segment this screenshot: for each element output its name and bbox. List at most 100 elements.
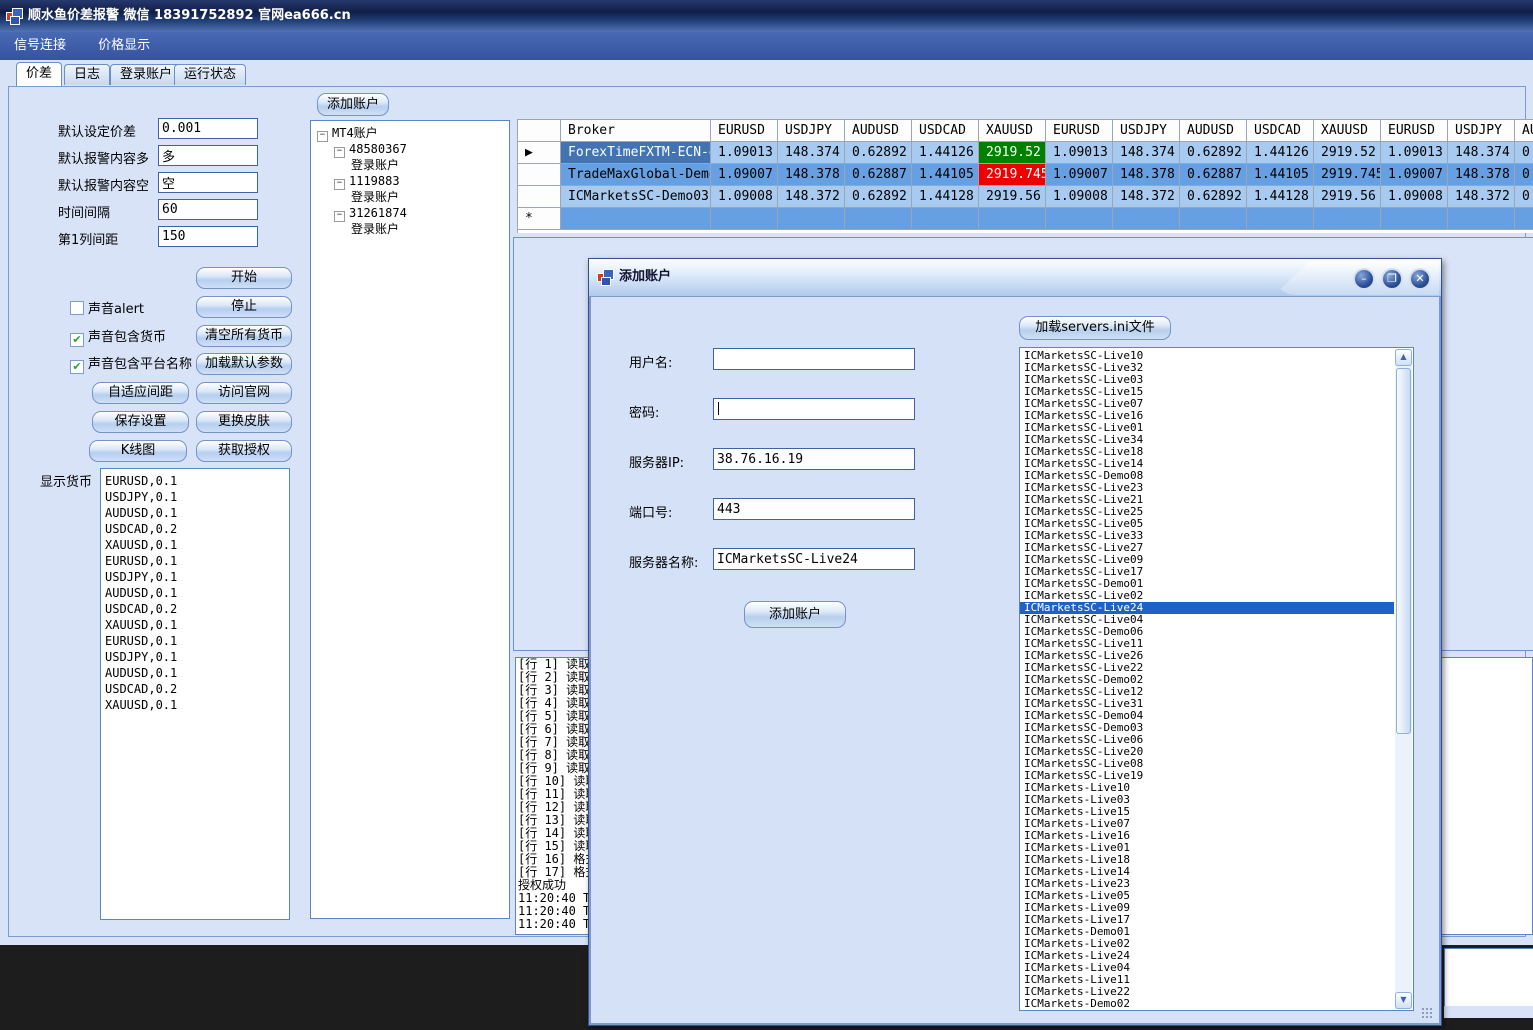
grid-column-header[interactable]: USDJPY [778,120,845,142]
tab-log[interactable]: 日志 [64,64,110,85]
alert-long-input[interactable] [158,145,258,166]
grid-column-header[interactable]: XAUUSD [979,120,1046,142]
tree-node[interactable]: −31261874 [311,205,509,221]
price-cell[interactable]: 1.09008 [711,186,778,208]
grid-column-header[interactable]: USDJPY [1113,120,1180,142]
menu-item-price-display[interactable]: 价格显示 [84,32,164,60]
menu-item-signal-connect[interactable]: 信号连接 [0,32,80,60]
scroll-down-icon[interactable]: ▼ [1395,992,1412,1009]
start-button[interactable]: 开始 [196,267,292,289]
price-cell[interactable] [845,208,912,230]
price-cell[interactable]: 0.62892 [1180,186,1247,208]
change-skin-button[interactable]: 更换皮肤 [196,411,292,433]
row-selector-cell[interactable]: ▶ [518,142,561,164]
price-cell[interactable]: 1.44126 [912,142,979,164]
grid-column-header[interactable]: EURUSD [711,120,778,142]
first-col-gap-input[interactable] [158,226,258,247]
price-cell[interactable] [1314,208,1381,230]
currency-item[interactable]: AUDUSD,0.1 [101,585,289,601]
maximize-button-icon[interactable]: ❐ [1381,268,1403,290]
new-row-selector-cell[interactable]: * [518,208,561,230]
row-selector-cell[interactable] [518,186,561,208]
grid-column-header[interactable]: USDCAD [1247,120,1314,142]
grid-column-header[interactable]: EURUSD [1381,120,1448,142]
scrollbar[interactable]: ▲ ▼ [1395,349,1412,1009]
grid-column-header[interactable]: AUDUSD [1180,120,1247,142]
dialog-add-account-button[interactable]: 添加账户 [744,601,846,628]
grid-column-header[interactable]: USDCAD [912,120,979,142]
price-cell[interactable]: 1.09008 [1046,186,1113,208]
currency-item[interactable]: AUDUSD,0.1 [101,505,289,521]
price-cell[interactable]: 1.09007 [711,164,778,186]
alert-short-input[interactable] [158,172,258,193]
price-cell[interactable] [1046,208,1113,230]
grid-column-header[interactable]: USDJPY [1448,120,1515,142]
price-cell[interactable] [1515,208,1533,230]
checkbox-sound-platform[interactable]: 声音包含平台名称 [70,353,192,374]
port-input[interactable] [713,498,915,520]
username-input[interactable] [713,348,915,370]
password-input[interactable] [713,398,915,420]
price-cell[interactable]: 148.374 [778,142,845,164]
broker-cell[interactable]: TradeMaxGlobal-Demo [561,164,711,186]
price-cell[interactable] [1113,208,1180,230]
scrollbar-thumb[interactable] [1396,368,1411,734]
price-cell[interactable]: 1.09013 [711,142,778,164]
accounts-treeview[interactable]: −MT4账户−48580367登录账户−1119883登录账户−31261874… [310,120,510,919]
price-cell[interactable] [1180,208,1247,230]
price-cell[interactable]: 2919.52 [979,142,1046,164]
stop-button[interactable]: 停止 [196,296,292,318]
tree-node[interactable]: −1119883 [311,173,509,189]
currency-item[interactable]: EURUSD,0.1 [101,633,289,649]
currency-item[interactable]: USDJPY,0.1 [101,649,289,665]
tab-price-diff[interactable]: 价差 [16,62,62,87]
price-cell[interactable] [979,208,1046,230]
price-cell[interactable]: 148.374 [1113,142,1180,164]
currency-item[interactable]: USDCAD,0.2 [101,601,289,617]
kline-chart-button[interactable]: K线图 [89,440,187,462]
title-bar[interactable]: 顺水鱼价差报警 微信 18391752892 官网ea666.cn [0,0,1533,32]
tree-expander-icon[interactable]: − [317,131,328,142]
tree-expander-icon[interactable]: − [334,211,345,222]
price-cell[interactable]: 1.09013 [1046,142,1113,164]
price-cell[interactable]: 2919.745 [979,164,1046,186]
price-cell[interactable]: 1.09013 [1381,142,1448,164]
price-cell[interactable]: 148.378 [1113,164,1180,186]
price-cell[interactable]: 0.6 [1515,164,1533,186]
currency-item[interactable]: USDCAD,0.2 [101,521,289,537]
add-account-button[interactable]: 添加账户 [317,93,389,116]
tree-expander-icon[interactable]: − [334,179,345,190]
resize-grip[interactable] [1421,1007,1434,1020]
price-cell[interactable]: 148.372 [778,186,845,208]
broker-cell[interactable]: ICMarketsSC-Demo03 [561,186,711,208]
price-cell[interactable]: 0.62892 [845,186,912,208]
price-cell[interactable]: 0.62887 [845,164,912,186]
price-cell[interactable]: 1.09007 [1381,164,1448,186]
checkbox-sound-currency[interactable]: 声音包含货币 [70,326,166,347]
price-cell[interactable]: 148.378 [778,164,845,186]
load-servers-ini-button[interactable]: 加载servers.ini文件 [1019,316,1171,340]
scroll-up-icon[interactable]: ▲ [1395,349,1412,366]
currency-item[interactable]: EURUSD,0.1 [101,473,289,489]
price-cell[interactable]: 148.374 [1448,142,1515,164]
currency-item[interactable]: XAUUSD,0.1 [101,697,289,713]
grid-column-header[interactable]: XAUUSD [1314,120,1381,142]
server-item[interactable]: ICMarkets-Demo02 [1020,998,1394,1010]
price-cell[interactable]: 0.6 [1515,142,1533,164]
price-cell[interactable]: 1.44105 [912,164,979,186]
currency-item[interactable]: XAUUSD,0.1 [101,537,289,553]
minimize-button-icon[interactable]: – [1353,268,1375,290]
time-interval-input[interactable] [158,199,258,220]
grid-column-header[interactable]: Broker [561,120,711,142]
price-cell[interactable] [711,208,778,230]
auto-spacing-button[interactable]: 自适应间距 [92,382,189,404]
load-default-params-button[interactable]: 加载默认参数 [196,353,292,375]
clear-all-currencies-button[interactable]: 清空所有货币 [196,325,292,347]
save-settings-button[interactable]: 保存设置 [92,411,189,433]
tree-node[interactable]: −MT4账户 [311,125,509,141]
grid-column-header[interactable]: AUDUSD [1515,120,1533,142]
price-cell[interactable]: 0.6 [1515,186,1533,208]
display-currencies-listbox[interactable]: EURUSD,0.1USDJPY,0.1AUDUSD,0.1USDCAD,0.2… [100,468,290,920]
price-cell[interactable] [912,208,979,230]
currency-item[interactable]: USDJPY,0.1 [101,489,289,505]
